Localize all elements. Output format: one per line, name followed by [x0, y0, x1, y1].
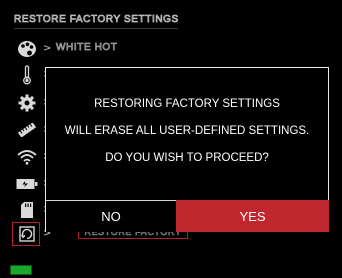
dialog-message-line-2: WILL ERASE ALL USER-DEFINED SETTINGS. [64, 125, 310, 137]
restore-icon[interactable] [16, 223, 38, 245]
wifi-icon[interactable] [16, 146, 38, 168]
yes-button[interactable]: YES [176, 200, 329, 232]
confirm-dialog: RESTORING FACTORY SETTINGS WILL ERASE AL… [45, 67, 329, 232]
no-button[interactable]: NO [46, 200, 176, 232]
device-screen: RESTORE FACTORY SETTINGS > WHITE HOT > R… [0, 0, 342, 278]
title-divider [14, 28, 178, 29]
chevron-right-icon: > [43, 43, 52, 54]
thermometer-icon[interactable] [16, 64, 38, 86]
menu-title: RESTORE FACTORY SETTINGS [14, 14, 179, 26]
dialog-message-line-1: RESTORING FACTORY SETTINGS [94, 98, 280, 110]
battery-indicator [10, 265, 32, 275]
palette-value: WHITE HOT [56, 42, 118, 54]
palette-icon[interactable] [16, 38, 38, 60]
battery-charge-icon[interactable] [16, 173, 38, 195]
ruler-icon[interactable] [16, 119, 38, 141]
sd-card-icon[interactable] [16, 199, 38, 221]
dialog-message-line-3: DO YOU WISH TO PROCEED? [105, 152, 269, 164]
gear-icon[interactable] [16, 92, 38, 114]
